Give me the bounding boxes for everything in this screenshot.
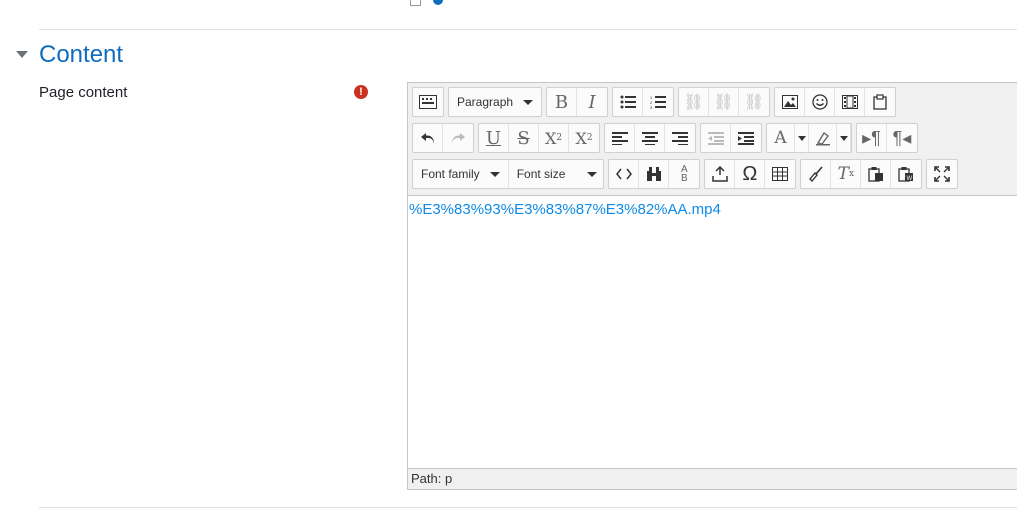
align-center-icon[interactable]: [635, 124, 665, 152]
divider: [39, 29, 1017, 30]
ltr-icon[interactable]: ▸¶: [857, 124, 887, 152]
checkbox[interactable]: [410, 0, 421, 6]
previous-setting-clipped: [410, 0, 443, 8]
paste-word-icon[interactable]: W: [891, 160, 921, 188]
manage-files-icon[interactable]: [865, 88, 895, 116]
emoticon-icon[interactable]: [805, 88, 836, 116]
strikethrough-icon[interactable]: S: [509, 124, 539, 152]
indent-icon[interactable]: [731, 124, 761, 152]
undo-icon[interactable]: [413, 124, 443, 152]
field-label: Page content: [39, 84, 128, 101]
bold-icon[interactable]: B: [547, 88, 578, 116]
background-color-icon[interactable]: [809, 124, 837, 152]
editor-toolbar: Paragraph B I 123 ⛓ ⛓ ⛓ U S X 2 X 2 A ▸¶…: [408, 83, 1017, 196]
remove-format-icon[interactable]: Tx: [831, 160, 862, 188]
underline-icon[interactable]: U: [479, 124, 509, 152]
collapse-caret-icon[interactable]: [16, 51, 28, 58]
media-icon[interactable]: [835, 88, 866, 116]
help-icon[interactable]: [433, 0, 443, 5]
chevron-down-icon: [523, 99, 534, 105]
superscript-icon[interactable]: X2: [569, 124, 599, 152]
subscript-icon[interactable]: X2: [539, 124, 569, 152]
spellcheck-icon[interactable]: AB: [669, 160, 699, 188]
font-size-select[interactable]: Font size: [509, 160, 604, 188]
table-icon[interactable]: [765, 160, 795, 188]
align-left-icon[interactable]: [605, 124, 635, 152]
find-replace-icon[interactable]: [639, 160, 670, 188]
editor-path-statusbar: Path: p: [408, 468, 1017, 489]
svg-text:3: 3: [650, 105, 653, 109]
align-right-icon[interactable]: [665, 124, 695, 152]
rich-text-editor: Paragraph B I 123 ⛓ ⛓ ⛓ U S X 2 X 2 A ▸¶…: [407, 82, 1017, 490]
chevron-down-icon: [587, 171, 598, 177]
required-icon: !: [354, 85, 368, 99]
italic-icon[interactable]: I: [577, 88, 607, 116]
media-file-link[interactable]: %E3%83%93%E3%83%87%E3%82%AA.mp4: [409, 201, 721, 218]
special-character-icon[interactable]: Ω: [735, 160, 766, 188]
fullscreen-icon[interactable]: [927, 160, 957, 188]
anchor-link-icon[interactable]: ⛓: [739, 88, 769, 116]
chevron-down-icon: [489, 171, 500, 177]
code-icon[interactable]: [609, 160, 640, 188]
text-color-chevron-down-icon[interactable]: [795, 124, 809, 152]
text-color-icon[interactable]: A: [767, 124, 795, 152]
paste-text-icon[interactable]: [861, 160, 892, 188]
rtl-icon[interactable]: ¶◂: [887, 124, 917, 152]
section-title[interactable]: Content: [39, 41, 123, 69]
image-icon[interactable]: [775, 88, 806, 116]
divider: [39, 507, 1017, 508]
font-family-select[interactable]: Font family: [413, 160, 509, 188]
editor-content-area[interactable]: %E3%83%93%E3%83%87%E3%82%AA.mp4: [408, 195, 1017, 469]
font-size-label: Font size: [516, 167, 566, 181]
toolbar-toggle-icon[interactable]: [413, 88, 443, 116]
clear-formatting-brush-icon[interactable]: [801, 160, 832, 188]
insert-line-icon[interactable]: [705, 160, 736, 188]
redo-icon[interactable]: [443, 124, 473, 152]
font-family-label: Font family: [421, 167, 480, 181]
bullet-list-icon[interactable]: [613, 88, 644, 116]
background-color-chevron-down-icon[interactable]: [837, 124, 851, 152]
block-format-label: Paragraph: [457, 95, 514, 109]
svg-text:W: W: [907, 176, 913, 182]
numbered-list-icon[interactable]: 123: [643, 88, 673, 116]
block-format-select[interactable]: Paragraph: [449, 88, 541, 116]
unlink-icon[interactable]: ⛓: [709, 88, 740, 116]
outdent-icon[interactable]: [701, 124, 731, 152]
link-icon[interactable]: ⛓: [679, 88, 710, 116]
